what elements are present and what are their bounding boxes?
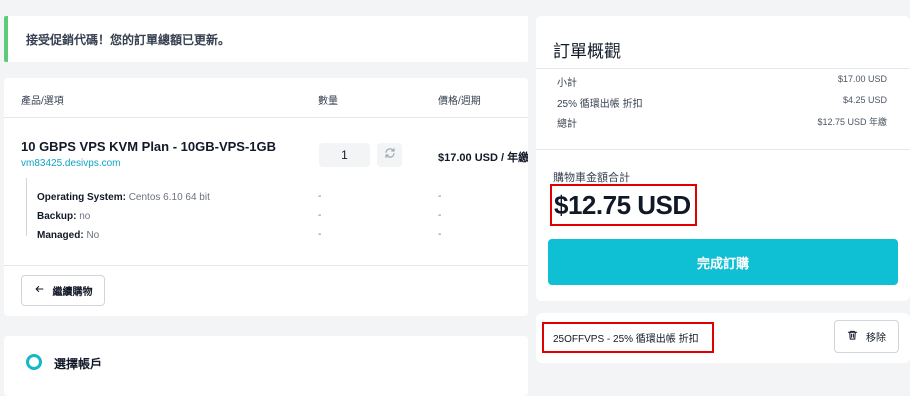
account-section-title: 選擇帳戶 xyxy=(54,357,103,371)
option-price-os: - xyxy=(438,191,442,202)
refresh-icon xyxy=(384,146,396,164)
option-row-os: Operating System: Centos 6.10 64 bit xyxy=(37,192,210,203)
radio-ring-icon[interactable] xyxy=(26,354,42,370)
remove-promo-label: 移除 xyxy=(866,333,886,344)
account-section: 選擇帳戶 xyxy=(4,336,528,396)
product-domain-link[interactable]: vm83425.desivps.com xyxy=(21,158,121,169)
continue-shopping-label: 繼續購物 xyxy=(52,287,93,298)
alert-message: 接受促銷代碼！您的訂單總額已更新。 xyxy=(26,32,231,47)
divider xyxy=(4,265,528,266)
order-summary-title: 訂單概觀 xyxy=(553,42,621,61)
cart-total-value: $12.75 USD xyxy=(550,184,697,226)
product-name: 10 GBPS VPS KVM Plan - 10GB-VPS-1GB xyxy=(21,139,277,154)
divider xyxy=(536,149,910,150)
option-row-managed: Managed: No xyxy=(37,230,100,241)
applied-promo-code: 25OFFVPS - 25% 循環出帳 折扣 xyxy=(542,322,714,353)
arrow-left-icon xyxy=(34,284,45,297)
option-qty-os: - xyxy=(318,191,322,202)
option-price-managed: - xyxy=(438,229,442,240)
header-quantity: 數量 xyxy=(318,96,338,107)
summary-row-discount: 25% 循環出帳 折扣 $4.25 USD xyxy=(557,95,887,110)
header-price: 價格/週期 xyxy=(438,96,481,107)
summary-row-total: 總計 $12.75 USD 年繳 xyxy=(557,117,887,130)
option-qty-backup: - xyxy=(318,210,322,221)
cart-total-label: 購物車金額合計 xyxy=(553,172,630,184)
update-quantity-button[interactable] xyxy=(377,143,402,167)
summary-row-subtotal: 小計 $17.00 USD xyxy=(557,74,887,89)
continue-shopping-button[interactable]: 繼續購物 xyxy=(21,275,105,306)
checkout-button[interactable]: 完成訂購 xyxy=(548,239,898,285)
cart-table-header: 產品/選項 數量 價格/週期 xyxy=(4,78,528,118)
header-product: 產品/選項 xyxy=(21,96,64,107)
option-qty-managed: - xyxy=(318,229,322,240)
trash-icon xyxy=(847,329,858,344)
item-price-cycle: $17.00 USD / 年繳 xyxy=(438,152,528,164)
option-row-backup: Backup: no xyxy=(37,211,91,222)
order-summary: 訂單概觀 小計 $17.00 USD 25% 循環出帳 折扣 $4.25 USD… xyxy=(536,16,910,301)
options-tree-line xyxy=(26,178,27,236)
promo-success-alert: 接受促銷代碼！您的訂單總額已更新。 xyxy=(4,16,528,62)
quantity-input[interactable]: 1 xyxy=(319,143,370,167)
cart-table: 產品/選項 數量 價格/週期 10 GBPS VPS KVM Plan - 10… xyxy=(4,78,528,316)
remove-promo-button[interactable]: 移除 xyxy=(834,320,899,353)
option-price-backup: - xyxy=(438,210,442,221)
promo-code-section: 25OFFVPS - 25% 循環出帳 折扣 移除 xyxy=(536,313,910,363)
divider xyxy=(536,68,910,69)
